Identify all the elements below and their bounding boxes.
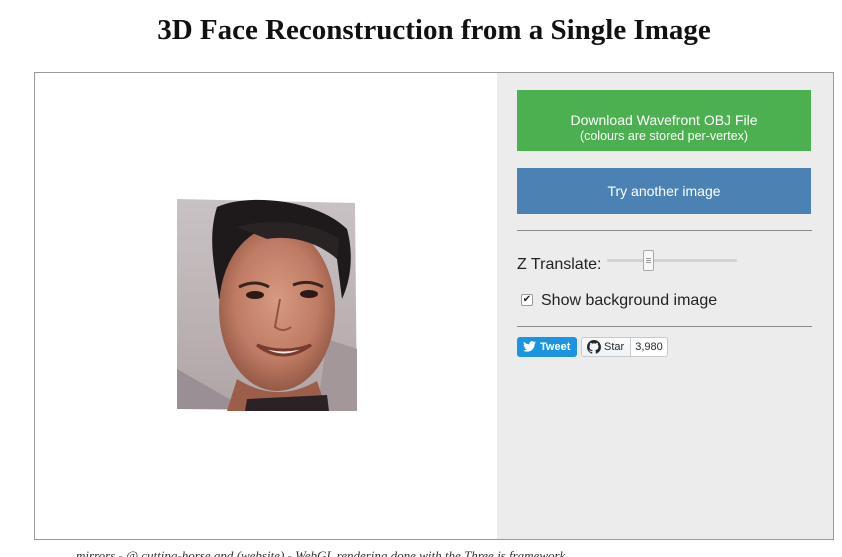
- star-count[interactable]: 3,980: [630, 337, 668, 357]
- checkmark-icon: ✔: [522, 294, 532, 305]
- z-translate-slider-track[interactable]: [607, 259, 737, 262]
- show-background-label[interactable]: Show background image: [541, 292, 717, 310]
- try-another-image-button[interactable]: Try another image: [517, 168, 811, 214]
- download-obj-label: Download Wavefront OBJ File: [570, 112, 758, 128]
- webgl-viewer[interactable]: [35, 73, 497, 539]
- divider: [517, 230, 812, 231]
- github-octocat-icon: [587, 340, 601, 354]
- download-obj-button[interactable]: Download Wavefront OBJ File (colours are…: [517, 90, 811, 151]
- tweet-label: Tweet: [540, 341, 571, 353]
- z-translate-slider-thumb[interactable]: [642, 250, 654, 271]
- face-render-image[interactable]: [177, 199, 357, 411]
- github-star-button[interactable]: Star: [581, 337, 631, 357]
- slider-grip-icon: [645, 260, 651, 261]
- divider: [517, 326, 812, 327]
- app-frame: Download Wavefront OBJ File (colours are…: [34, 72, 834, 540]
- twitter-bird-icon: [523, 341, 536, 352]
- show-background-checkbox[interactable]: ✔: [521, 294, 533, 306]
- z-translate-label: Z Translate:: [517, 256, 602, 273]
- tweet-button[interactable]: Tweet: [517, 337, 577, 357]
- control-panel: Download Wavefront OBJ File (colours are…: [497, 73, 833, 539]
- star-label: Star: [604, 341, 625, 353]
- footer-credits: mirrors - @ cutting-horse and (website) …: [76, 548, 566, 557]
- page-title: 3D Face Reconstruction from a Single Ima…: [157, 14, 711, 46]
- download-obj-sublabel: (colours are stored per-vertex): [579, 129, 749, 143]
